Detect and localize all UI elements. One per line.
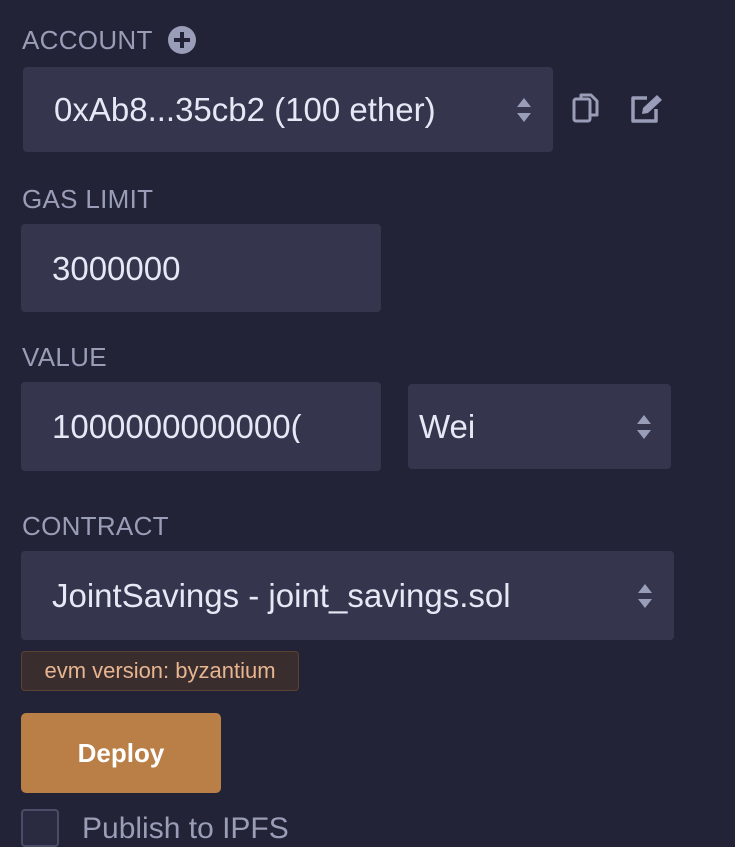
contract-value: JointSavings - joint_savings.sol [52,577,511,614]
account-value: 0xAb8...35cb2 (100 ether) [54,91,436,128]
account-label: ACCOUNT [22,25,153,55]
select-arrows-icon [638,583,652,608]
select-arrows-icon [517,97,531,122]
value-input[interactable]: 1000000000000( [21,382,381,471]
publish-ipfs-label: Publish to IPFS [82,812,289,845]
value-unit-select[interactable]: Wei [408,384,671,469]
deploy-button[interactable]: Deploy [21,713,221,793]
edit-icon[interactable] [629,93,665,125]
publish-ipfs-checkbox[interactable] [21,809,59,847]
value-label: VALUE [22,342,107,372]
copy-icon[interactable] [571,91,601,125]
gas-limit-input[interactable]: 3000000 [21,224,381,312]
gas-limit-value: 3000000 [52,249,181,287]
gas-limit-label: GAS LIMIT [22,184,154,214]
value-amount: 1000000000000( [52,410,302,443]
value-unit: Wei [419,408,476,445]
account-select[interactable]: 0xAb8...35cb2 (100 ether) [23,67,553,152]
evm-version-badge: evm version: byzantium [21,651,299,691]
contract-select[interactable]: JointSavings - joint_savings.sol [21,551,674,640]
contract-label: CONTRACT [22,511,169,541]
plus-circle-icon[interactable] [167,25,197,55]
select-arrows-icon [637,414,651,439]
